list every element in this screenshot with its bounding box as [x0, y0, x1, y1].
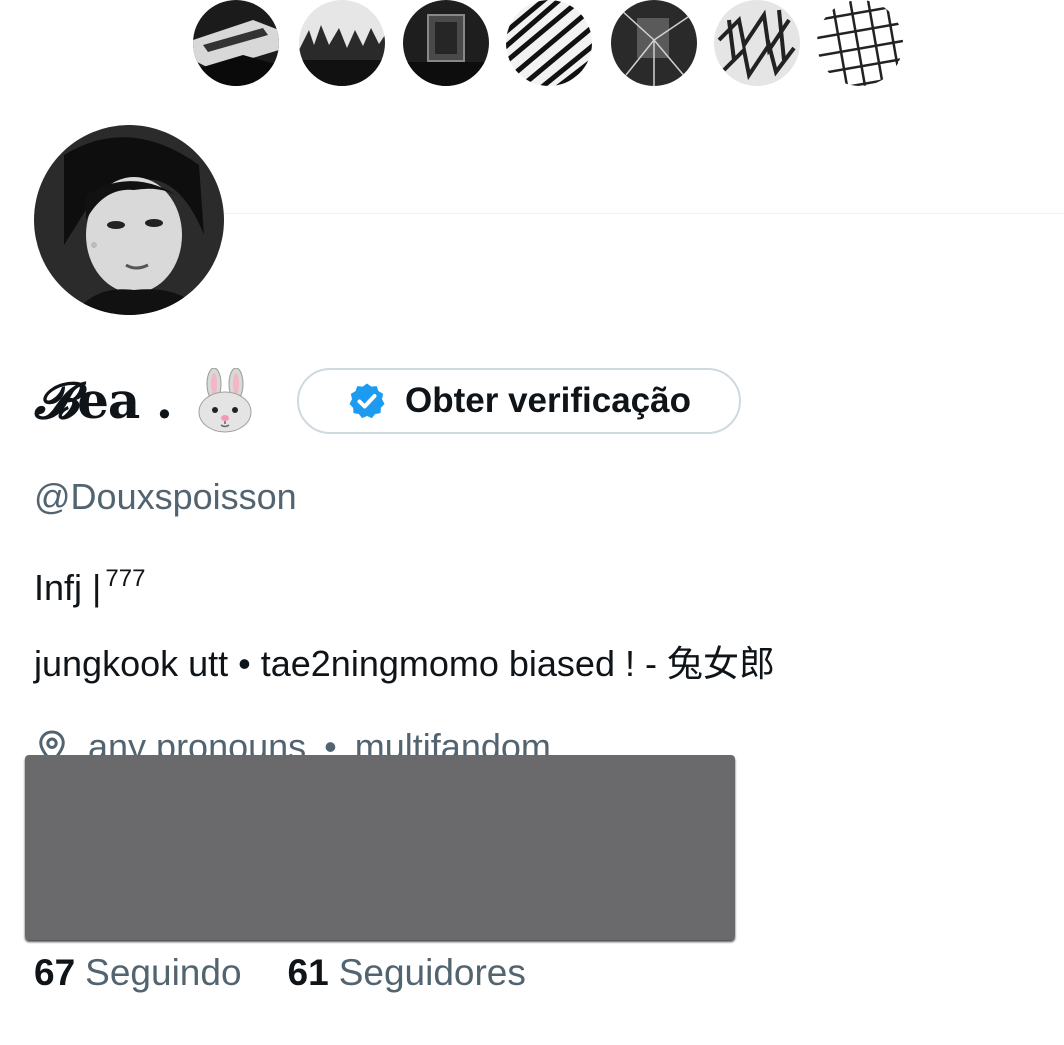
following-label: Seguindo [85, 952, 242, 993]
header-image-1[interactable] [193, 0, 279, 86]
get-verified-label: Obter verificação [405, 381, 691, 420]
display-name-initial: 𝓑 [34, 371, 78, 430]
profile-avatar[interactable] [34, 125, 224, 315]
followers-count: 61 [287, 952, 329, 993]
bio-line-1-text: Infj | [34, 567, 102, 608]
header-image-6[interactable] [714, 0, 800, 86]
profile-handle: @Douxspoisson [34, 476, 297, 517]
header-images-row [193, 0, 913, 90]
get-verified-button[interactable]: Obter verificação [297, 368, 741, 434]
following-link[interactable]: 67 Seguindo [34, 952, 242, 994]
header-image-2[interactable] [299, 0, 385, 86]
bio-line-1: Infj | 777 [34, 565, 145, 609]
display-name-row: 𝓑ea . [34, 365, 258, 437]
following-count: 67 [34, 952, 76, 993]
header-image-5[interactable] [611, 0, 697, 86]
header-image-3[interactable] [403, 0, 489, 86]
follow-stats-row: 67 Seguindo 61 Seguidores [34, 952, 526, 994]
verified-badge-icon [349, 383, 385, 419]
followers-link[interactable]: 61 Seguidores [288, 952, 526, 994]
header-image-7[interactable] [817, 0, 903, 86]
bio-line-2: jungkook utt • tae2ningmomo biased ! - 兔… [34, 643, 775, 684]
header-image-4[interactable] [506, 0, 592, 86]
rabbit-face-icon [198, 368, 252, 433]
followers-label: Seguidores [338, 952, 526, 993]
header-divider [222, 213, 1064, 214]
bio-line-1-superscript: 777 [105, 565, 146, 592]
redaction-overlay [25, 755, 735, 940]
display-name: 𝓑ea . [34, 376, 173, 426]
display-name-rest: ea . [77, 371, 173, 430]
